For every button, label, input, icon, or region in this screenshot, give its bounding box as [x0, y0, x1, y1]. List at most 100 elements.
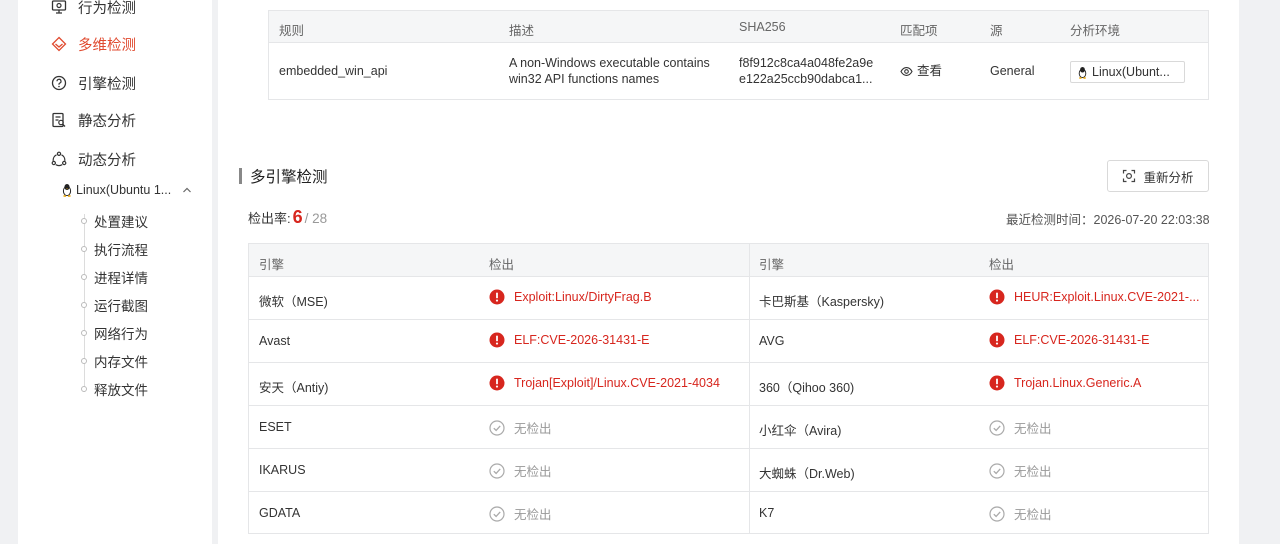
col-desc: 描述 [509, 24, 535, 38]
engine-name: ESET [259, 420, 292, 434]
sub-item-process[interactable]: 进程详情 [81, 267, 148, 287]
linux-tux-icon [61, 183, 73, 197]
linux-tux-icon [1077, 66, 1088, 79]
view-match-link[interactable]: 查看 [900, 63, 942, 79]
engine-name: Avast [259, 334, 291, 348]
sub-item-label: 运行截图 [94, 299, 148, 314]
sub-item-label: 执行流程 [94, 243, 148, 258]
engine-name: GDATA [259, 506, 301, 520]
col-match: 匹配项 [900, 24, 938, 38]
nav-behavior-detect[interactable]: 行为检测 [51, 0, 136, 19]
detection-text: 无检出 [1014, 508, 1052, 522]
tree-dot [81, 274, 87, 280]
detection-result[interactable]: Trojan.Linux.Generic.A [989, 375, 1141, 391]
table-row: embedded_win_api A non-Windows executabl… [269, 43, 1208, 100]
section-title-text: 多引擎检测 [250, 169, 328, 186]
nav-static-analysis[interactable]: 静态分析 [51, 108, 136, 132]
no-detection-result: 无检出 [989, 418, 1052, 437]
col-engine: 引擎 [259, 258, 285, 272]
no-detection-result: 无检出 [489, 461, 552, 480]
engine-name: 大蜘蛛（Dr.Web) [759, 467, 855, 481]
engine-name: 微软（MSE) [259, 295, 328, 309]
yara-table-header: 规则 描述 SHA256 匹配项 源 分析环境 [269, 11, 1208, 43]
detection-text: 无检出 [514, 422, 552, 436]
table-row: Avast ELF:CVE-2026-31431-E AVG ELF:CVE-2026… [249, 320, 1208, 363]
sub-item-label: 内存文件 [94, 355, 148, 370]
alert-icon [489, 289, 505, 305]
nav-label: 引擎检测 [78, 76, 136, 93]
detection-text: 无检出 [1014, 422, 1052, 436]
sub-item-disposal[interactable]: 处置建议 [81, 211, 148, 231]
alert-icon [989, 289, 1005, 305]
rate-label: 检出率: [248, 211, 291, 226]
reanalyze-button[interactable]: 重新分析 [1107, 160, 1209, 192]
col-engine: 引擎 [759, 258, 785, 272]
no-detection-result: 无检出 [489, 418, 552, 437]
detection-result[interactable]: ELF:CVE-2026-31431-E [489, 332, 650, 348]
table-row: 微软（MSE) Exploit:Linux/DirtyFrag.B 卡巴斯基（Kas… [249, 277, 1208, 320]
engine-name: 卡巴斯基（Kaspersky) [759, 295, 885, 309]
nav-dynamic-analysis[interactable]: 动态分析 [51, 147, 136, 171]
engine-name: 小红伞（Avira) [759, 424, 842, 438]
detection-result[interactable]: Trojan[Exploit]/Linux.CVE-2021-4034 [489, 375, 720, 391]
check-circle-icon [489, 505, 505, 522]
col-detect: 检出 [489, 258, 515, 272]
desc-line: win32 API functions names [509, 72, 660, 86]
env-label: Linux(Ubuntu 1... [76, 183, 172, 197]
nav-label: 动态分析 [78, 152, 136, 169]
nav-multi-dimension[interactable]: 多维检测 [51, 32, 136, 56]
sha-line: e122a25ccb90dabca1... [739, 72, 873, 86]
rule-name: embedded_win_api [279, 64, 388, 78]
check-circle-icon [989, 462, 1005, 479]
detection-result[interactable]: Exploit:Linux/DirtyFrag.B [489, 289, 652, 305]
env-tag-label: Linux(Ubunt... [1092, 65, 1170, 79]
detection-text: 无检出 [514, 508, 552, 522]
rate-total: / 28 [304, 211, 328, 226]
col-detect: 检出 [989, 258, 1015, 272]
alert-icon [989, 375, 1005, 391]
tree-dot [81, 330, 87, 336]
sub-item-exec-flow[interactable]: 执行流程 [81, 239, 148, 259]
sub-item-label: 处置建议 [94, 215, 148, 230]
env-tag: Linux(Ubunt... [1070, 61, 1185, 83]
sub-item-screenshot[interactable]: 运行截图 [81, 295, 148, 315]
reanalyze-label: 重新分析 [1143, 170, 1194, 185]
sub-item-memory[interactable]: 内存文件 [81, 351, 148, 371]
detection-text: Trojan.Linux.Generic.A [1014, 376, 1142, 390]
table-row: IKARUS 无检出 大蜘蛛（Dr.Web) 无检出 [249, 449, 1208, 492]
alert-icon [489, 332, 505, 348]
detection-rate: 检出率: 6 / 28 [248, 207, 327, 228]
no-detection-result: 无检出 [489, 504, 552, 523]
sub-item-dropped[interactable]: 释放文件 [81, 379, 148, 399]
sub-item-label: 网络行为 [94, 327, 148, 342]
sidebar: 行为检测 多维检测 引擎检测 静态分析 动态分析 Linux(Ubuntu 1.… [18, 0, 212, 544]
col-env: 分析环境 [1070, 24, 1121, 38]
rescan-icon [1122, 169, 1136, 183]
detection-text: ELF:CVE-2026-31431-E [1014, 333, 1150, 347]
yara-table: 规则 描述 SHA256 匹配项 源 分析环境 embedded_win_api… [268, 10, 1209, 100]
check-circle-icon [489, 419, 505, 436]
rate-count: 6 [292, 207, 303, 227]
env-toggle[interactable]: Linux(Ubuntu 1... [61, 179, 193, 201]
table-row: 安天（Antiy) Trojan[Exploit]/Linux.CVE-2021-… [249, 363, 1208, 406]
chevron-up-icon [181, 184, 193, 196]
engine-detect-icon [51, 75, 67, 91]
detection-result[interactable]: HEUR:Exploit.Linux.CVE-2021-... [989, 289, 1200, 305]
dynamic-analysis-icon [51, 151, 67, 167]
detection-text: ELF:CVE-2026-31431-E [514, 333, 650, 347]
tree-dot [81, 358, 87, 364]
col-source: 源 [990, 24, 1003, 38]
col-rule: 规则 [279, 24, 305, 38]
sub-item-network[interactable]: 网络行为 [81, 323, 148, 343]
tree-dot [81, 302, 87, 308]
sha-line: f8f912c8ca4a048fe2a9e [739, 56, 874, 70]
nav-engine-detect[interactable]: 引擎检测 [51, 71, 136, 95]
detection-result[interactable]: ELF:CVE-2026-31431-E [989, 332, 1150, 348]
col-sha256: SHA256 [739, 20, 786, 34]
nav-label: 多维检测 [78, 37, 136, 54]
engine-name: 360（Qihoo 360) [759, 381, 855, 395]
alert-icon [989, 332, 1005, 348]
no-detection-result: 无检出 [989, 504, 1052, 523]
detection-text: HEUR:Exploit.Linux.CVE-2021-... [1014, 290, 1200, 304]
detection-text: 无检出 [1014, 465, 1052, 479]
